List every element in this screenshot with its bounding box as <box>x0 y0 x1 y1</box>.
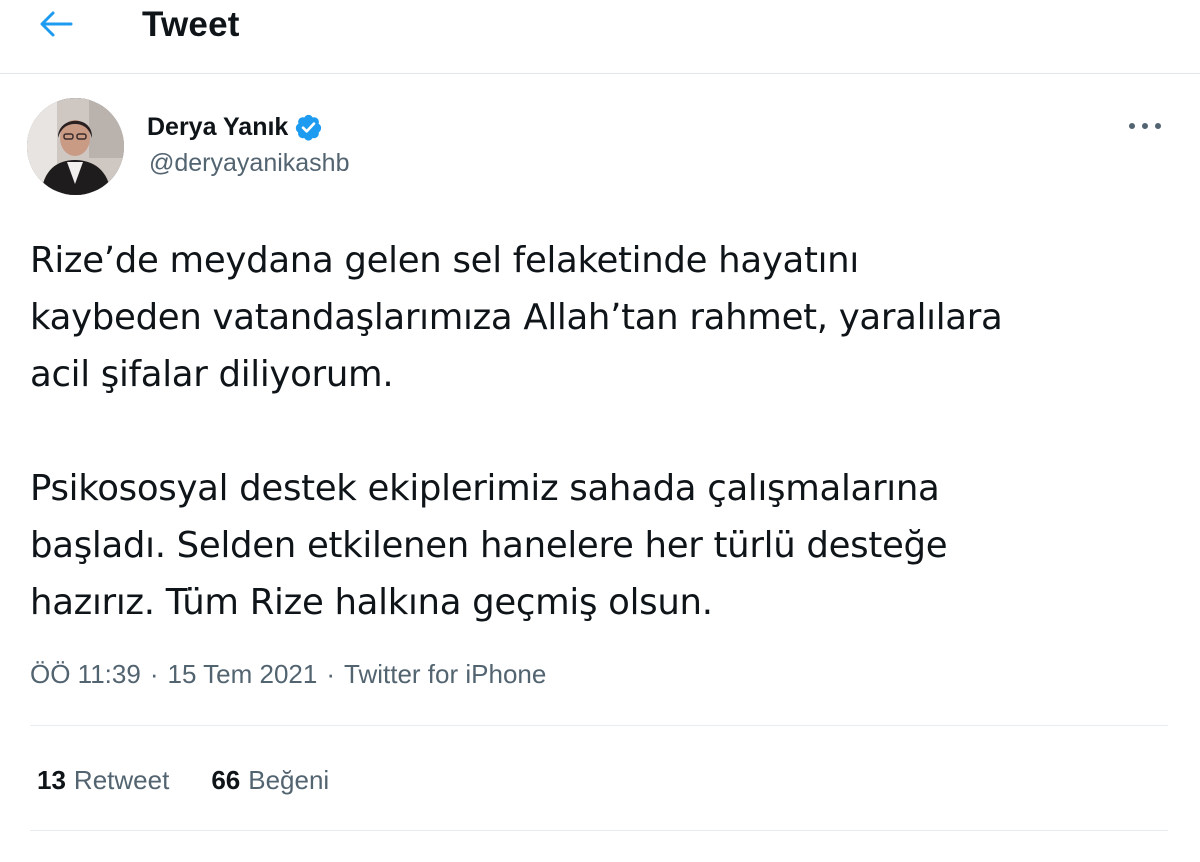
retweets-count: 13 <box>37 764 66 795</box>
tweet-meta: ÖÖ 11:39 · 15 Tem 2021 · Twitter for iPh… <box>30 654 546 694</box>
tweet-date[interactable]: 15 Tem 2021 <box>167 659 317 690</box>
tweet-text: Rize’de meydana gelen sel felaketinde ha… <box>30 232 1160 631</box>
tweet-line: hazırız. Tüm Rize halkına geçmiş olsun. <box>30 582 713 623</box>
back-button[interactable] <box>30 4 82 44</box>
page-title: Tweet <box>142 5 240 44</box>
likes-stat[interactable]: 66 Beğeni <box>211 765 329 796</box>
tweet-source-link[interactable]: Twitter for iPhone <box>344 659 546 690</box>
tweet-line: başladı. Selden etkilenen hanelere her t… <box>30 525 948 566</box>
likes-count: 66 <box>211 764 241 795</box>
tweet-page: Tweet Derya Yanık @deryayanikashb Rize’d… <box>0 0 1200 862</box>
retweets-label: Retweet <box>73 764 170 795</box>
profile-photo <box>27 98 124 195</box>
meta-separator: · <box>326 658 336 689</box>
tweet-line: Psikososyal destek ekiplerimiz sahada ça… <box>30 468 940 509</box>
author-name-row: Derya Yanık <box>147 107 323 147</box>
retweets-stat[interactable]: 13 Retweet <box>37 765 169 796</box>
tweet-line: acil şifalar diliyorum. <box>30 354 394 395</box>
more-options-button[interactable] <box>1118 106 1172 146</box>
avatar[interactable] <box>27 98 124 195</box>
tweet-time[interactable]: ÖÖ 11:39 <box>30 659 141 690</box>
divider <box>30 725 1168 726</box>
tweet-line: Rize’de meydana gelen sel felaketinde ha… <box>30 240 859 281</box>
author-name[interactable]: Derya Yanık <box>147 113 288 142</box>
verified-badge-icon <box>296 114 322 141</box>
author-handle[interactable]: @deryayanikashb <box>149 149 350 178</box>
likes-label: Beğeni <box>248 764 330 795</box>
more-horizontal-icon <box>1129 123 1161 129</box>
arrow-left-icon <box>40 11 73 37</box>
tweet-line: kaybeden vatandaşlarımıza Allah’tan rahm… <box>30 297 1003 338</box>
meta-separator: · <box>149 658 159 689</box>
divider <box>30 830 1168 831</box>
page-header: Tweet <box>0 0 1200 74</box>
tweet-stats: 13 Retweet 66 Beğeni <box>37 760 329 800</box>
